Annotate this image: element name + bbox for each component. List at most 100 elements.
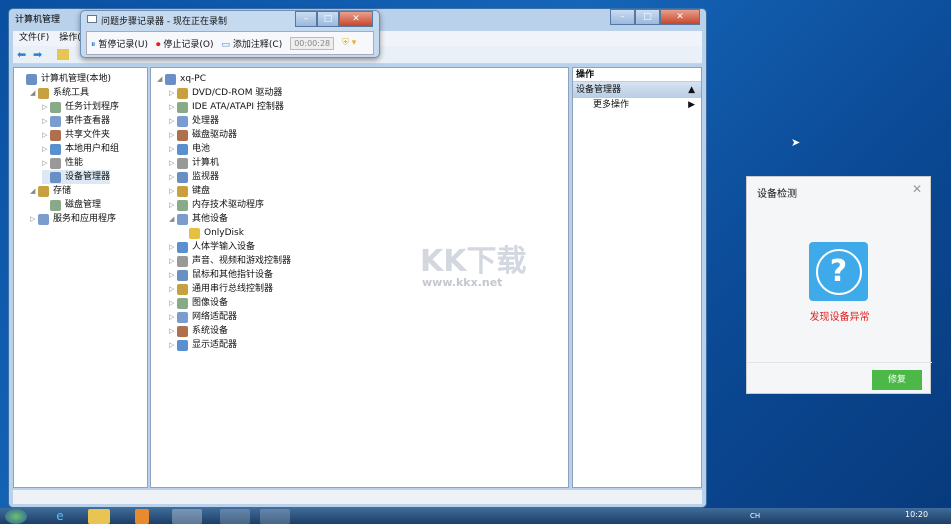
tree-item[interactable]: ▷ 事件查看器	[42, 114, 110, 128]
tree-item[interactable]: ▷ 共享文件夹	[42, 128, 110, 142]
taskbar-computer-management[interactable]	[172, 509, 202, 524]
expand-icon[interactable]: ◢	[157, 72, 165, 86]
tree-item-icon	[177, 255, 188, 267]
tree-item[interactable]: ▷ 监视器	[169, 170, 219, 184]
up-folder-icon[interactable]	[57, 49, 69, 60]
ie-icon[interactable]: e	[45, 509, 75, 524]
expand-icon[interactable]: ▷	[169, 240, 177, 254]
tree-item[interactable]: 磁盘管理	[42, 198, 101, 212]
tree-item[interactable]: ▷ 磁盘驱动器	[169, 128, 237, 142]
expand-icon[interactable]: ▷	[42, 128, 50, 142]
tree-item[interactable]: 设备管理器	[42, 170, 111, 184]
tree-item[interactable]: ▷ 网络适配器	[169, 310, 237, 324]
maximize-button[interactable]: □	[635, 9, 660, 25]
recorder-title: 问题步骤记录器 - 现在正在录制	[101, 17, 227, 27]
expand-icon[interactable]: ▷	[169, 268, 177, 282]
tree-item-label: 计算机	[192, 158, 220, 168]
expand-icon[interactable]: ▷	[169, 254, 177, 268]
expand-icon[interactable]: ▷	[169, 170, 177, 184]
recorder-minimize[interactable]: –	[295, 11, 317, 27]
expand-icon[interactable]: ▷	[169, 324, 177, 338]
expand-icon[interactable]: ▷	[42, 156, 50, 170]
dialog-close-icon[interactable]: ✕	[912, 182, 922, 196]
pause-record-button[interactable]: ⏸ 暂停记录(U)	[91, 37, 148, 50]
window-controls: – □ ✕	[610, 9, 700, 25]
tree-item[interactable]: ▷ 通用串行总线控制器	[169, 282, 273, 296]
tree-item[interactable]: OnlyDisk	[181, 226, 244, 240]
expand-icon[interactable]: ▷	[30, 212, 38, 226]
menu-file[interactable]: 文件(F)	[19, 31, 49, 46]
start-button[interactable]	[5, 509, 27, 524]
tree-item[interactable]: ▷ 显示适配器	[169, 338, 237, 352]
close-button[interactable]: ✕	[660, 9, 700, 25]
expand-icon[interactable]: ◢	[30, 184, 38, 198]
tree-item[interactable]: ▷ 性能	[42, 156, 83, 170]
tree-item[interactable]: ▷ 系统设备	[169, 324, 228, 338]
expand-icon[interactable]: ▷	[169, 100, 177, 114]
expand-icon[interactable]: ▷	[169, 310, 177, 324]
tree-item-label: 显示适配器	[192, 340, 238, 350]
tree-item-label: 磁盘驱动器	[192, 130, 238, 140]
recorder-close[interactable]: ✕	[339, 11, 373, 27]
minimize-button[interactable]: –	[610, 9, 635, 25]
tree-item[interactable]: ▷ DVD/CD-ROM 驱动器	[169, 86, 282, 100]
repair-button[interactable]: 修复	[872, 370, 922, 390]
tree-item-icon	[177, 297, 188, 309]
tree-item[interactable]: ▷ 图像设备	[169, 296, 228, 310]
back-icon[interactable]: ⬅	[17, 48, 26, 61]
tree-item[interactable]: ▷ 任务计划程序	[42, 100, 119, 114]
expand-icon[interactable]: ▷	[169, 338, 177, 352]
expand-icon[interactable]: ▷	[169, 296, 177, 310]
actions-section[interactable]: 设备管理器 ▲	[573, 82, 701, 98]
recorder-maximize[interactable]: □	[317, 11, 339, 27]
tree-item-icon	[50, 143, 61, 155]
tree-item[interactable]: 计算机管理(本地)	[18, 72, 111, 86]
expand-icon[interactable]: ◢	[169, 212, 177, 226]
taskbar-steps-recorder[interactable]	[260, 509, 290, 524]
tree-item-icon	[50, 157, 61, 169]
expand-icon[interactable]: ▷	[42, 100, 50, 114]
tree-item[interactable]: ▷ 计算机	[169, 156, 219, 170]
expand-icon[interactable]: ▷	[169, 198, 177, 212]
more-actions[interactable]: 更多操作 ▶	[573, 98, 701, 112]
tree-item[interactable]: ◢ 系统工具	[30, 86, 89, 100]
taskbar-device-check[interactable]	[220, 509, 250, 524]
tree-item-label: 性能	[65, 158, 84, 168]
tree-item[interactable]: ▷ 鼠标和其他指针设备	[169, 268, 273, 282]
shield-icon[interactable]: ⛨ ▾	[342, 38, 356, 48]
tree-item[interactable]: ▷ IDE ATA/ATAPI 控制器	[169, 100, 284, 114]
expand-icon[interactable]: ▷	[169, 114, 177, 128]
forward-icon[interactable]: ➡	[33, 48, 42, 61]
tree-item[interactable]: ▷ 本地用户和组	[42, 142, 119, 156]
window-title: 计算机管理	[15, 15, 61, 25]
stop-record-button[interactable]: ⏺ 停止记录(O)	[156, 37, 214, 50]
tree-item[interactable]: ▷ 键盘	[169, 184, 210, 198]
expand-icon[interactable]: ▷	[169, 142, 177, 156]
media-icon[interactable]	[135, 509, 149, 524]
tree-item[interactable]: ▷ 服务和应用程序	[30, 212, 116, 226]
expand-icon[interactable]: ▷	[169, 282, 177, 296]
language-indicator[interactable]: CH	[750, 512, 760, 520]
expand-icon[interactable]: ▷	[169, 184, 177, 198]
navigation-tree: 计算机管理(本地) ◢ 系统工具 ▷ 任务计划程序 ▷ 事件查看器 ▷ 共享文件夹 ▷ 本地用户和组…	[13, 67, 148, 488]
tree-item[interactable]: ◢ xq-PC	[157, 72, 206, 86]
clock[interactable]: 10:20	[905, 510, 928, 519]
expand-icon[interactable]: ◢	[30, 86, 38, 100]
add-comment-button[interactable]: ▭ 添加注释(C)	[222, 37, 283, 50]
collapse-icon[interactable]: ▲	[688, 82, 695, 98]
tree-item[interactable]: ▷ 电池	[169, 142, 210, 156]
expand-icon[interactable]: ▷	[169, 128, 177, 142]
tree-item[interactable]: ◢ 存储	[30, 184, 71, 198]
tree-item[interactable]: ◢ 其他设备	[169, 212, 228, 226]
tree-item-icon	[177, 199, 188, 211]
expand-icon[interactable]: ▷	[169, 156, 177, 170]
expand-icon[interactable]: ▷	[42, 114, 50, 128]
expand-icon[interactable]: ▷	[42, 142, 50, 156]
tree-item[interactable]: ▷ 声音、视频和游戏控制器	[169, 254, 291, 268]
explorer-icon[interactable]	[88, 509, 110, 524]
tree-item-label: 内存技术驱动程序	[192, 200, 265, 210]
expand-icon[interactable]: ▷	[169, 86, 177, 100]
tree-item[interactable]: ▷ 内存技术驱动程序	[169, 198, 264, 212]
tree-item[interactable]: ▷ 处理器	[169, 114, 219, 128]
tree-item[interactable]: ▷ 人体学输入设备	[169, 240, 255, 254]
